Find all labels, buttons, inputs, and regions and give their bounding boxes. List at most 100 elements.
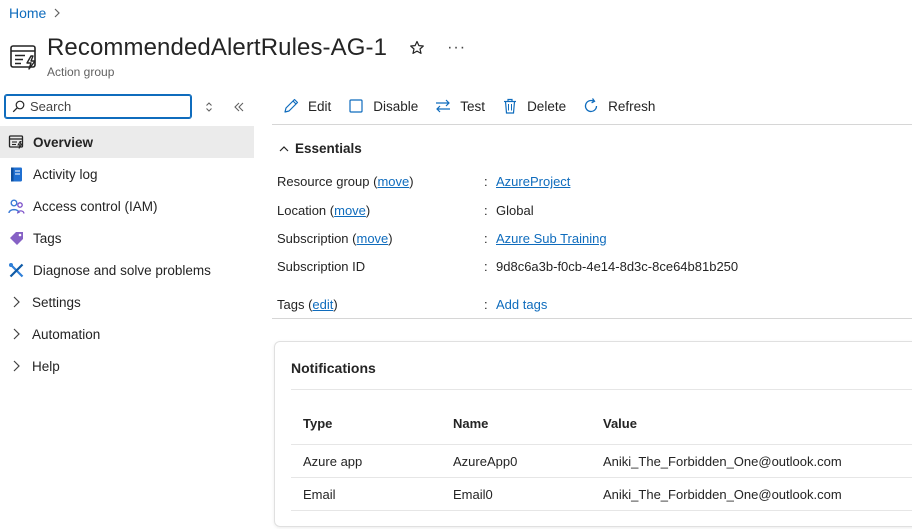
nav-item-label: Tags [33, 230, 62, 246]
table-row: Email Email0 Aniki_The_Forbidden_One@out… [291, 478, 912, 511]
move-location-link[interactable]: move [334, 203, 366, 218]
subscription-label: Subscription (move) [277, 231, 393, 246]
nav-group-settings[interactable]: Settings [0, 286, 254, 318]
nav-item-activity-log[interactable]: Activity log [0, 158, 254, 190]
pencil-icon [284, 98, 299, 113]
colon-separator: : [484, 297, 488, 312]
chevron-right-icon [8, 294, 24, 310]
essentials-row-location: Location (move) : Global [277, 203, 534, 218]
nav-item-label: Access control (IAM) [33, 198, 158, 214]
cell-type: Email [303, 486, 336, 502]
colon-separator: : [484, 174, 488, 189]
expand-collapse-icon[interactable] [202, 100, 216, 114]
command-bar: Edit Disable Test Delete Refresh [282, 95, 671, 117]
action-group-icon [10, 45, 36, 70]
refresh-icon [584, 98, 598, 113]
location-label: Location (move) [277, 203, 371, 218]
location-value: Global [496, 203, 534, 218]
favorite-star-icon[interactable] [409, 40, 425, 56]
trash-icon [504, 98, 517, 114]
chevron-right-icon [8, 358, 24, 374]
nav-group-help[interactable]: Help [0, 350, 254, 382]
cell-name: AzureApp0 [453, 453, 518, 469]
collapse-menu-icon[interactable] [232, 100, 246, 114]
edit-tags-link[interactable]: edit [312, 297, 333, 312]
edit-button[interactable]: Edit [282, 97, 331, 115]
page-title-text: RecommendedAlertRules-AG-1 [47, 34, 388, 61]
essentials-divider [272, 318, 912, 319]
nav-item-label: Overview [33, 134, 94, 150]
table-header-row: Type Name Value [291, 402, 912, 445]
test-button[interactable]: Test [434, 97, 485, 115]
delete-button-label: Delete [527, 98, 567, 114]
page-title: RecommendedAlertRules-AG-1 ··· [47, 34, 466, 62]
left-nav: Overview Activity log Access control (IA… [0, 126, 254, 382]
iam-icon [8, 198, 25, 215]
nav-item-label: Help [32, 358, 60, 374]
subscription-link[interactable]: Azure Sub Training [496, 231, 607, 246]
disable-button[interactable]: Disable [347, 97, 418, 115]
nav-item-overview[interactable]: Overview [0, 126, 254, 158]
toolbar-divider [272, 124, 912, 125]
delete-button[interactable]: Delete [501, 97, 566, 115]
test-button-label: Test [460, 98, 486, 114]
nav-item-label: Settings [32, 294, 81, 310]
breadcrumb: Home [9, 5, 62, 21]
edit-button-label: Edit [308, 98, 332, 114]
overview-icon [8, 134, 25, 151]
chevron-right-icon [54, 8, 61, 18]
colon-separator: : [484, 259, 488, 274]
resource-group-link[interactable]: AzureProject [496, 174, 570, 189]
cell-value: Aniki_The_Forbidden_One@outlook.com [603, 486, 842, 502]
chevron-up-icon [279, 145, 289, 151]
essentials-toggle[interactable]: Essentials [278, 141, 362, 156]
nav-item-diagnose[interactable]: Diagnose and solve problems [0, 254, 254, 286]
notifications-card: Notifications Type Name Value Azure app … [274, 341, 912, 527]
essentials-row-subscription-id: Subscription ID : 9d8c6a3b-f0cb-4e14-8d3… [277, 259, 738, 274]
essentials-heading: Essentials [295, 141, 362, 156]
resource-group-label: Resource group (move) [277, 174, 414, 189]
subscription-id-label: Subscription ID [277, 259, 366, 274]
search-icon [12, 100, 25, 113]
search-input[interactable] [30, 99, 180, 114]
page-header: RecommendedAlertRules-AG-1 ··· Action gr… [8, 34, 466, 79]
notifications-table: Type Name Value Azure app AzureApp0 Anik… [291, 402, 912, 511]
chevron-right-icon [8, 326, 24, 342]
wrench-icon [8, 262, 25, 279]
tags-label: Tags (edit) [277, 297, 338, 312]
breadcrumb-home-link[interactable]: Home [9, 5, 46, 21]
cell-name: Email0 [453, 486, 493, 502]
subscription-id-value: 9d8c6a3b-f0cb-4e14-8d3c-8ce64b81b250 [496, 259, 739, 274]
disable-button-label: Disable [373, 98, 419, 114]
checkbox-icon [349, 99, 363, 113]
essentials-row-subscription: Subscription (move) : Azure Sub Training [277, 231, 607, 246]
page-subtitle: Action group [47, 65, 115, 79]
move-resource-group-link[interactable]: move [377, 174, 409, 189]
cell-type: Azure app [303, 453, 363, 469]
more-options-icon[interactable]: ··· [447, 39, 466, 57]
nav-item-label: Automation [32, 326, 101, 342]
nav-group-automation[interactable]: Automation [0, 318, 254, 350]
add-tags-link[interactable]: Add tags [496, 297, 547, 312]
nav-item-label: Diagnose and solve problems [33, 262, 211, 278]
search-box [4, 94, 192, 119]
notifications-title: Notifications [291, 360, 376, 376]
essentials-row-tags: Tags (edit) : Add tags [277, 297, 547, 312]
nav-item-iam[interactable]: Access control (IAM) [0, 190, 254, 222]
nav-search-area [4, 94, 246, 119]
essentials-row-resource-group: Resource group (move) : AzureProject [277, 174, 570, 189]
nav-item-tags[interactable]: Tags [0, 222, 254, 254]
colon-separator: : [484, 231, 488, 246]
cell-value: Aniki_The_Forbidden_One@outlook.com [603, 453, 842, 469]
move-subscription-link[interactable]: move [357, 231, 389, 246]
refresh-button[interactable]: Refresh [582, 97, 655, 115]
refresh-button-label: Refresh [608, 98, 656, 114]
nav-item-label: Activity log [33, 166, 98, 182]
column-header-name: Name [453, 415, 489, 431]
activity-log-icon [8, 166, 25, 183]
card-divider [291, 389, 912, 390]
column-header-value: Value [603, 415, 637, 431]
tag-icon [8, 230, 25, 247]
colon-separator: : [484, 203, 488, 218]
arrows-swap-icon [436, 99, 451, 113]
